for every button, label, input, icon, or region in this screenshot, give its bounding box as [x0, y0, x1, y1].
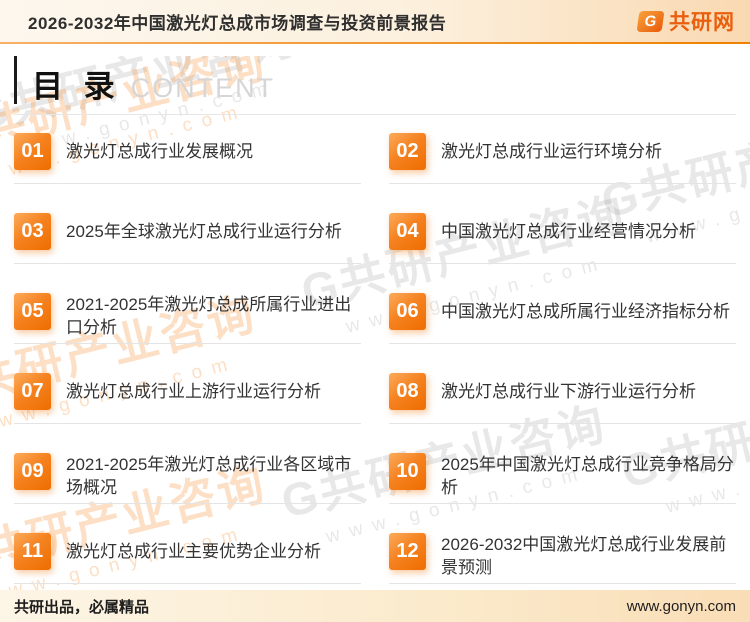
report-toc-page: 2026-2032年中国激光灯总成市场调查与投资前景报告 G 共研网 G共研产业…: [0, 0, 750, 622]
toc-number-badge: 09: [14, 453, 51, 490]
toc-number-badge: 05: [14, 293, 51, 330]
brand-name: 共研网: [669, 6, 735, 36]
toc-number-badge: 03: [14, 213, 51, 250]
toc-item-title: 2025年中国激光灯总成行业竞争格局分析: [441, 453, 736, 499]
toc-number-badge: 08: [389, 373, 426, 410]
item-divider: [14, 423, 361, 424]
item-divider: [389, 583, 736, 584]
toc-heading: 目 录 CONTENT: [14, 56, 736, 115]
toc-title-cn: 目 录: [32, 70, 121, 104]
item-divider: [14, 183, 361, 184]
toc-grid: 01 激光灯总成行业发展概况 02 激光灯总成行业运行环境分析 03 2025年…: [14, 130, 736, 610]
toc-number-badge: 07: [14, 373, 51, 410]
item-divider: [14, 343, 361, 344]
toc-number-badge: 06: [389, 293, 426, 330]
toc-item-title: 激光灯总成行业上游行业运行分析: [66, 380, 321, 403]
footer-website-url[interactable]: www.gonyn.com: [627, 598, 736, 615]
toc-item-title: 激光灯总成行业运行环境分析: [441, 140, 662, 163]
toc-item: 09 2021-2025年激光灯总成行业各区域市场概况: [14, 450, 361, 530]
toc-item: 05 2021-2025年激光灯总成所属行业进出口分析: [14, 290, 361, 370]
toc-number-badge: 01: [14, 133, 51, 170]
item-divider: [389, 343, 736, 344]
toc-number-badge: 10: [389, 453, 426, 490]
item-divider: [389, 423, 736, 424]
item-divider: [14, 263, 361, 264]
toc-number-badge: 04: [389, 213, 426, 250]
toc-item: 08 激光灯总成行业下游行业运行分析: [389, 370, 736, 450]
toc-number-badge: 02: [389, 133, 426, 170]
toc-item-title: 激光灯总成行业发展概况: [66, 140, 253, 163]
toc-number-badge: 12: [389, 533, 426, 570]
item-divider: [14, 503, 361, 504]
brand-g-icon: G: [637, 11, 665, 32]
toc-item: 10 2025年中国激光灯总成行业竞争格局分析: [389, 450, 736, 530]
toc-item-title: 2021-2025年激光灯总成所属行业进出口分析: [66, 293, 361, 339]
toc-item-title: 2025年全球激光灯总成行业运行分析: [66, 220, 342, 243]
toc-item: 04 中国激光灯总成行业经营情况分析: [389, 210, 736, 290]
item-divider: [14, 583, 361, 584]
toc-item: 06 中国激光灯总成所属行业经济指标分析: [389, 290, 736, 370]
item-divider: [389, 503, 736, 504]
header-accent-line: [0, 42, 750, 44]
toc-item-title: 中国激光灯总成所属行业经济指标分析: [441, 300, 730, 323]
toc-item-title: 中国激光灯总成行业经营情况分析: [441, 220, 696, 243]
toc-title-en: CONTENT: [131, 73, 276, 104]
item-divider: [389, 263, 736, 264]
toc-content: 目 录 CONTENT 01 激光灯总成行业发展概况 02 激光灯总成行业运行环…: [0, 56, 750, 610]
page-footer: 共研出品，必属精品 www.gonyn.com: [0, 590, 750, 622]
toc-item: 02 激光灯总成行业运行环境分析: [389, 130, 736, 210]
toc-number-badge: 11: [14, 533, 51, 570]
toc-item-title: 2026-2032中国激光灯总成行业发展前景预测: [441, 533, 736, 579]
toc-body: G共研产业咨询www.gonyn.com G共研产业咨询www.gonyn.co…: [0, 56, 750, 602]
toc-item-title: 2021-2025年激光灯总成行业各区域市场概况: [66, 453, 361, 499]
report-title: 2026-2032年中国激光灯总成市场调查与投资前景报告: [28, 9, 446, 34]
toc-item: 07 激光灯总成行业上游行业运行分析: [14, 370, 361, 450]
footer-slogan: 共研出品，必属精品: [14, 596, 149, 617]
heading-accent-bar: [14, 56, 17, 104]
toc-item-title: 激光灯总成行业下游行业运行分析: [441, 380, 696, 403]
brand-logo[interactable]: G 共研网: [638, 6, 735, 36]
item-divider: [389, 183, 736, 184]
page-header: 2026-2032年中国激光灯总成市场调查与投资前景报告 G 共研网: [0, 0, 750, 42]
toc-item: 03 2025年全球激光灯总成行业运行分析: [14, 210, 361, 290]
toc-item-title: 激光灯总成行业主要优势企业分析: [66, 540, 321, 563]
toc-item: 01 激光灯总成行业发展概况: [14, 130, 361, 210]
